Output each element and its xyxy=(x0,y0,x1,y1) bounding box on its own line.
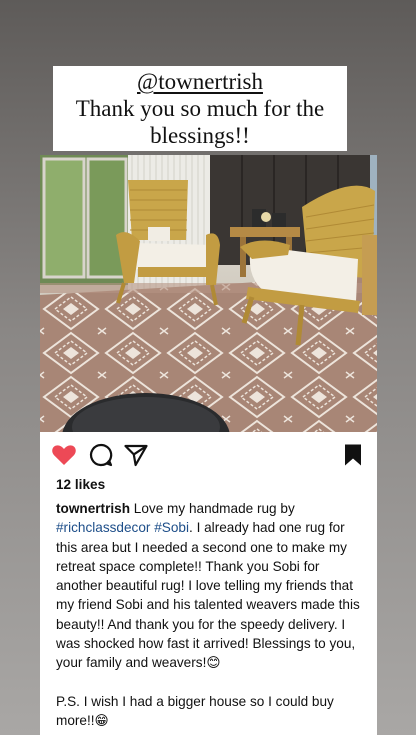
patio-photo-illustration xyxy=(40,155,377,432)
post-action-bar xyxy=(40,432,377,478)
post-card: 12 likes townertrish Love my handmade ru… xyxy=(40,432,377,735)
comment-icon[interactable] xyxy=(88,442,114,468)
hashtag-sobi[interactable]: #Sobi xyxy=(154,520,189,535)
caption-intro: Love my handmade rug by xyxy=(130,501,295,516)
caption-username[interactable]: townertrish xyxy=(56,501,130,516)
caption-body: . I already had one rug for this area bu… xyxy=(56,520,360,671)
mention-handle[interactable]: @townertrish xyxy=(53,68,347,95)
heart-icon[interactable] xyxy=(51,442,77,468)
post-caption: townertrish Love my handmade rug by #ric… xyxy=(56,499,368,730)
story-message: Thank you so much for the blessings!! xyxy=(75,96,325,148)
likes-count[interactable]: 12 likes xyxy=(56,477,105,492)
post-photo[interactable] xyxy=(40,155,377,432)
share-icon[interactable] xyxy=(123,442,149,468)
caption-ps: P.S. I wish I had a bigger house so I co… xyxy=(56,693,334,728)
story-text-sticker: @townertrish Thank you so much for the b… xyxy=(53,66,347,151)
hashtag-richclassdecor[interactable]: #richclassdecor xyxy=(56,520,150,535)
bookmark-icon[interactable] xyxy=(340,442,366,468)
